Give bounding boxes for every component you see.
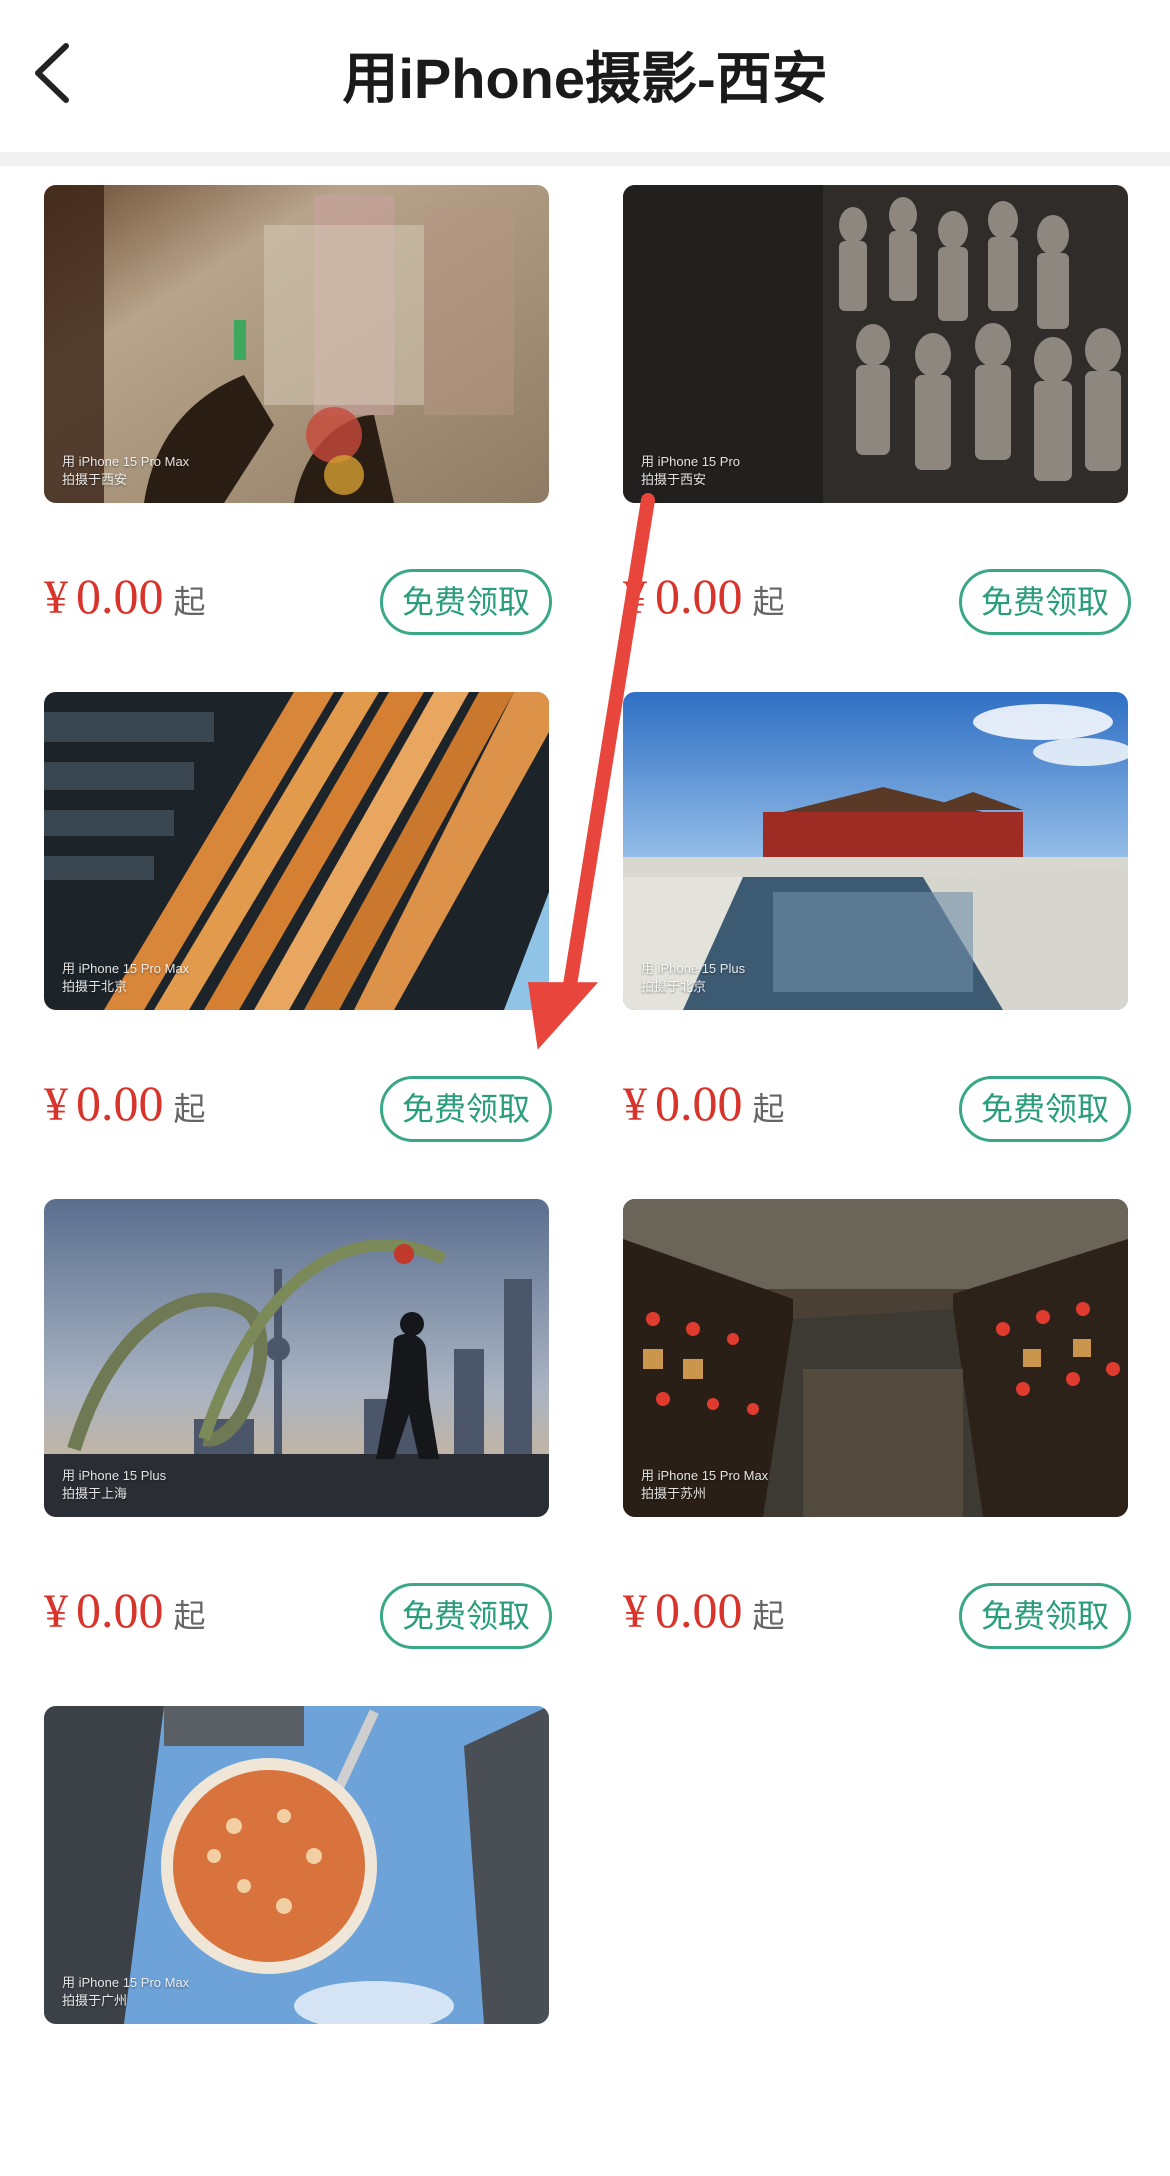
photo-thumbnail[interactable]: 用 iPhone 15 Pro 拍摄于西安 (623, 185, 1128, 503)
photo-thumbnail[interactable]: 用 iPhone 15 Pro Max 拍摄于苏州 (623, 1199, 1128, 1517)
photo-card: 用 iPhone 15 Pro Max 拍摄于广州 (44, 1706, 549, 2176)
claim-free-button[interactable]: 免费领取 (380, 1583, 552, 1649)
claim-free-button[interactable]: 免费领取 (380, 569, 552, 635)
photo-card: 用 iPhone 15 Pro Max 拍摄于苏州 ¥ 0.00 起 免费领取 (623, 1199, 1131, 1669)
photo-card: 用 iPhone 15 Pro Max 拍摄于西安 ¥ 0.00 起 免费领取 (44, 185, 552, 655)
photo-thumbnail[interactable]: 用 iPhone 15 Pro Max 拍摄于西安 (44, 185, 549, 503)
photo-card: 用 iPhone 15 Pro 拍摄于西安 ¥ 0.00 起 免费领取 (623, 185, 1131, 655)
photo-thumbnail[interactable]: 用 iPhone 15 Plus 拍摄于上海 (44, 1199, 549, 1517)
claim-free-button[interactable]: 免费领取 (959, 1583, 1131, 1649)
price-label: ¥ 0.00 起 (623, 1075, 785, 1131)
claim-free-button[interactable]: 免费领取 (959, 569, 1131, 635)
photo-caption: 用 iPhone 15 Pro Max 拍摄于西安 (62, 454, 190, 487)
claim-free-button[interactable]: 免费领取 (959, 1076, 1131, 1142)
photo-card: 用 iPhone 15 Plus 拍摄于北京 ¥ 0.00 起 免费领取 (623, 692, 1131, 1162)
photo-card: 用 iPhone 15 Pro Max 拍摄于北京 ¥ 0.00 起 免费领取 (44, 692, 552, 1162)
price-label: ¥ 0.00 起 (623, 1582, 785, 1638)
price-label: ¥ 0.00 起 (623, 568, 785, 624)
photo-caption: 用 iPhone 15 Pro 拍摄于西安 (641, 454, 741, 487)
price-label: ¥ 0.00 起 (44, 568, 206, 624)
photo-caption: 用 iPhone 15 Plus 拍摄于上海 (62, 1468, 167, 1501)
photo-caption: 用 iPhone 15 Pro Max 拍摄于北京 (62, 961, 190, 994)
price-label: ¥ 0.00 起 (44, 1075, 206, 1131)
photo-caption: 用 iPhone 15 Plus 拍摄于北京 (641, 961, 746, 994)
photo-grid: 用 iPhone 15 Pro Max 拍摄于西安 ¥ 0.00 起 免费领取 (0, 0, 1170, 2080)
photo-thumbnail[interactable]: 用 iPhone 15 Plus 拍摄于北京 (623, 692, 1128, 1010)
claim-free-button[interactable]: 免费领取 (380, 1076, 552, 1142)
price-label: ¥ 0.00 起 (44, 1582, 206, 1638)
photo-caption: 用 iPhone 15 Pro Max 拍摄于苏州 (641, 1468, 769, 1501)
photo-caption: 用 iPhone 15 Pro Max 拍摄于广州 (62, 1975, 190, 2008)
photo-thumbnail[interactable]: 用 iPhone 15 Pro Max 拍摄于北京 (44, 692, 549, 1010)
photo-card: 用 iPhone 15 Plus 拍摄于上海 ¥ 0.00 起 免费领取 (44, 1199, 552, 1669)
photo-thumbnail[interactable]: 用 iPhone 15 Pro Max 拍摄于广州 (44, 1706, 549, 2024)
